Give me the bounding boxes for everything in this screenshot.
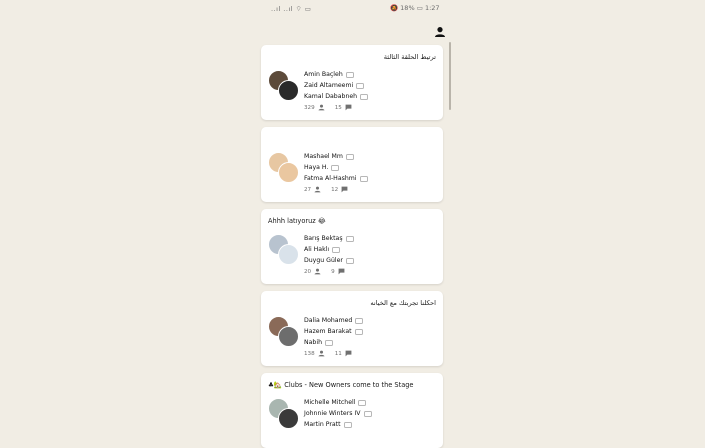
room-stats: 27 12 (304, 186, 348, 193)
speaker-name: Nabih (304, 339, 322, 347)
speaker-list: Mashael Mm Haya H. Fatma Al-Hashmi (304, 151, 368, 185)
speaker-avatars (268, 234, 300, 266)
speaker-row: Fatma Al-Hashmi (304, 173, 368, 184)
avatar (278, 244, 299, 265)
speaker-list: Michelle Mitchell Johnnie Winters IV Mar… (304, 397, 372, 431)
speaker-name: Amin Baçleh (304, 71, 343, 79)
speaker-row: Amin Baçleh (304, 69, 368, 80)
speech-bubble-icon (343, 422, 352, 429)
listener-count: 138 (304, 350, 315, 357)
speech-bubble-icon (325, 340, 333, 347)
speaker-name: Dalia Mohamed (304, 317, 353, 325)
speaker-name: Barış Bektaş (304, 235, 343, 243)
speaker-row: Dalia Mohamed (304, 315, 364, 326)
speaker-list: Amin Baçleh Zaid Altameemi Kamal Dababne… (304, 69, 369, 103)
chat-icon (345, 350, 352, 357)
person-icon (314, 268, 321, 275)
speaker-list: Dalia Mohamed Hazem Barakat Nabih (304, 315, 364, 349)
room-title: ترتيط الحلقة الثالثة (383, 53, 436, 61)
room-stats: 20 9 (304, 268, 345, 275)
status-right: 🔕 18% ▭ 1:27 (390, 4, 440, 12)
room-stats: 329 15 (304, 104, 352, 111)
speaker-avatars (268, 152, 300, 184)
room-card[interactable]: Mashael Mm Haya H. Fatma Al-Hashmi 27 12 (261, 127, 443, 202)
avatar (278, 80, 299, 101)
speaker-name: Zaid Altameemi (304, 82, 354, 90)
chat-icon (345, 104, 352, 111)
speaker-name: Kamal Dababneh (304, 93, 358, 101)
speaker-row: Kamal Dababneh (304, 91, 369, 102)
speaker-row: Haya H. (304, 162, 368, 173)
scrollbar[interactable] (449, 42, 451, 110)
room-card[interactable]: احكلنا تجربتك مع الخيانه Dalia Mohamed H… (261, 291, 443, 366)
speaker-row: Ali Haklı (304, 244, 354, 255)
speaker-avatars (268, 70, 300, 102)
avatar (278, 408, 299, 429)
chat-icon (338, 268, 345, 275)
speech-bubble-icon (360, 94, 369, 101)
room-card[interactable]: ♣🏡 Clubs - New Owners come to the Stage … (261, 373, 443, 448)
clock: 1:27 (424, 4, 440, 12)
speaker-name: Haya H. (304, 164, 329, 172)
room-stats: 138 11 (304, 350, 352, 357)
speaker-count: 11 (334, 350, 342, 357)
signal-wifi-icons: ..ıl ..ıl ⌔ ▭ (271, 5, 312, 13)
speech-bubble-icon (356, 83, 365, 89)
speaker-row: Johnnie Winters IV (304, 408, 372, 419)
speaker-list: Barış Bektaş Ali Haklı Duygu Güler (304, 233, 354, 267)
speech-bubble-icon (345, 72, 354, 78)
speech-bubble-icon (363, 411, 372, 417)
speech-bubble-icon (358, 400, 367, 406)
listener-count: 20 (304, 268, 312, 275)
mute-icon: 🔕 (390, 4, 399, 12)
speech-bubble-icon (354, 329, 363, 335)
speaker-count: 12 (331, 186, 339, 193)
speaker-name: Duygu Güler (304, 257, 343, 265)
person-icon (314, 186, 321, 193)
avatar (278, 326, 299, 347)
room-title: Ahhh latıyoruz 😂 (268, 217, 326, 225)
speaker-count: 15 (334, 104, 342, 111)
speech-bubble-icon (331, 165, 340, 171)
status-bar: ..ıl ..ıl ⌔ ▭ 🔕 18% ▭ 1:27 (0, 0, 705, 16)
person-icon (318, 350, 325, 357)
speaker-row: Zaid Altameemi (304, 80, 368, 91)
speaker-name: Hazem Barakat (304, 328, 352, 336)
person-icon (318, 104, 325, 111)
battery-icon: ▭ (416, 4, 423, 12)
speaker-name: Michelle Mitchell (304, 399, 356, 407)
speech-bubble-icon (355, 318, 364, 324)
chat-icon (341, 186, 348, 193)
speech-bubble-icon (345, 154, 354, 160)
speaker-row: Duygu Güler (304, 255, 354, 266)
speech-bubble-icon (332, 247, 341, 253)
speaker-row: Michelle Mitchell (304, 397, 372, 408)
avatar (278, 162, 299, 183)
room-title: احكلنا تجربتك مع الخيانه (370, 299, 436, 307)
speaker-avatars (268, 316, 300, 348)
speaker-name: Fatma Al-Hashmi (304, 175, 357, 183)
speaker-count: 9 (331, 268, 335, 275)
speaker-name: Ali Haklı (304, 246, 330, 254)
profile-icon[interactable] (434, 23, 446, 37)
room-card[interactable]: ترتيط الحلقة الثالثة Amin Baçleh Zaid Al… (261, 45, 443, 120)
speaker-name: Mashael Mm (304, 153, 343, 161)
room-title: ♣🏡 Clubs - New Owners come to the Stage (268, 381, 414, 389)
speaker-row: Martin Pratt (304, 419, 372, 430)
speech-bubble-icon (345, 258, 354, 265)
speaker-row: Hazem Barakat (304, 326, 363, 337)
speaker-name: Johnnie Winters IV (304, 410, 361, 418)
speaker-name: Martin Pratt (304, 421, 341, 429)
room-card[interactable]: Ahhh latıyoruz 😂 Barış Bektaş Ali Haklı … (261, 209, 443, 284)
speaker-row: Nabih (304, 337, 363, 348)
battery-percent: 18% (400, 4, 415, 12)
speaker-avatars (268, 398, 300, 430)
speaker-row: Mashael Mm (304, 151, 368, 162)
listener-count: 329 (304, 104, 315, 111)
listener-count: 27 (304, 186, 312, 193)
speech-bubble-icon (345, 236, 354, 242)
speech-bubble-icon (359, 176, 368, 183)
speaker-row: Barış Bektaş (304, 233, 354, 244)
